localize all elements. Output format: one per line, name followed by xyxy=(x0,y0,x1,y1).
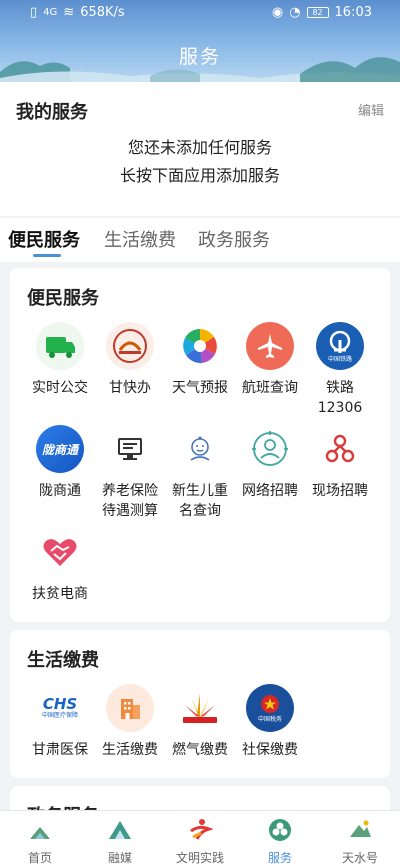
weather-icon xyxy=(176,322,224,370)
nav-home[interactable]: 首页 xyxy=(5,817,75,866)
convenience-title: 便民服务 xyxy=(27,288,99,309)
media-icon xyxy=(109,821,131,839)
service-label-line2: 12306 xyxy=(317,400,363,416)
nav-label: 融媒 xyxy=(107,851,132,865)
service-item[interactable]: 实时公交 xyxy=(24,322,96,398)
service-item[interactable]: 养老保险 待遇测算 xyxy=(94,425,166,521)
service-label: 社保缴费 xyxy=(242,742,298,758)
nav-label: 天水号 xyxy=(341,851,378,865)
battery-icon: 82 xyxy=(306,7,329,18)
network-label: 4G xyxy=(43,7,58,18)
building-icon xyxy=(106,684,154,732)
civilization-icon xyxy=(190,819,214,840)
service-label: 天气预报 xyxy=(172,380,228,396)
service-label: 网络招聘 xyxy=(242,483,298,499)
service-item[interactable]: 网络招聘 xyxy=(234,425,306,501)
tianshui-icon xyxy=(350,820,371,837)
nav-service[interactable]: 服务 xyxy=(245,817,315,866)
service-label-line2: 名查询 xyxy=(179,503,221,519)
active-tab-indicator xyxy=(33,254,61,257)
convenience-card: 便民服务 实时公交 甘快办 天气预报 航班查询 中国铁路 铁路 12306 陇商… xyxy=(10,268,390,622)
tax-icon: 中国税务 xyxy=(246,684,294,732)
nav-label: 首页 xyxy=(27,851,52,865)
service-item[interactable]: 中国铁路 铁路 12306 xyxy=(304,322,376,418)
page-title: 服务 xyxy=(178,46,221,68)
longshangtong-badge: 陇商通 xyxy=(41,442,78,457)
status-time: 16:03 xyxy=(334,5,372,20)
tab-payment[interactable]: 生活缴费 xyxy=(104,226,176,252)
tab-government[interactable]: 政务服务 xyxy=(198,226,270,252)
chs-badge-main: CHS xyxy=(42,694,78,713)
network-speed: 658K/s xyxy=(80,5,125,20)
service-label-line2: 待遇测算 xyxy=(102,503,158,519)
service-label-line1: 养老保险 xyxy=(102,483,158,499)
nav-label: 服务 xyxy=(267,851,292,865)
my-services-panel: 我的服务 编辑 您还未添加任何服务 长按下面应用添加服务 xyxy=(0,82,400,216)
nav-civilization[interactable]: 文明实践 xyxy=(165,817,235,866)
service-label-line1: 新生儿重 xyxy=(172,483,228,499)
edit-button[interactable]: 编辑 xyxy=(358,100,384,119)
service-label: 现场招聘 xyxy=(312,483,368,499)
tax-badge: 中国税务 xyxy=(257,716,282,723)
longshangtong-icon: 陇商通 xyxy=(36,425,84,473)
clock-icon: ◔ xyxy=(289,5,301,20)
computer-icon xyxy=(106,425,154,473)
service-label: 铁路 12306 xyxy=(304,378,376,418)
service-item[interactable]: 燃气缴费 xyxy=(164,684,236,760)
service-icon xyxy=(269,819,291,841)
header: ▯ 4G ≋ 658K/s ◉ ◔ 82 16:03 服务 xyxy=(0,0,400,82)
gankuaiban-icon xyxy=(106,322,154,370)
payment-card: 生活缴费 CHS 中国医疗保障 甘肃医保 生活缴费 燃气缴费 中国税务 社保缴费 xyxy=(10,630,390,778)
bottom-nav: 首页 融媒 文明实践 服务 天水号 xyxy=(0,810,400,866)
status-bar: ▯ 4G ≋ 658K/s ◉ ◔ 82 16:03 xyxy=(0,0,400,26)
service-item[interactable]: 中国税务 社保缴费 xyxy=(234,684,306,760)
onsite-recruit-icon xyxy=(316,425,364,473)
chs-icon: CHS 中国医疗保障 xyxy=(36,684,84,732)
service-item[interactable]: 陇商通 陇商通 xyxy=(24,425,96,501)
service-label: 燃气缴费 xyxy=(172,742,228,758)
empty-hint-line2: 长按下面应用添加服务 xyxy=(119,166,280,185)
service-label: 航班查询 xyxy=(242,380,298,396)
service-item[interactable]: 新生儿重 名查询 xyxy=(164,425,236,521)
category-tabs: 便民服务 生活缴费 政务服务 xyxy=(0,218,400,262)
payment-title: 生活缴费 xyxy=(27,650,99,671)
home-icon xyxy=(30,827,50,839)
service-item[interactable]: 生活缴费 xyxy=(94,684,166,760)
airplane-icon xyxy=(246,322,294,370)
nav-media[interactable]: 融媒 xyxy=(85,817,155,866)
service-item[interactable]: 扶贫电商 xyxy=(24,528,96,604)
online-recruit-icon xyxy=(246,425,294,473)
service-item[interactable]: 甘快办 xyxy=(94,322,166,398)
gas-icon xyxy=(176,684,224,732)
sim-icon: ▯ xyxy=(30,5,38,20)
service-item[interactable]: 现场招聘 xyxy=(304,425,376,501)
service-label: 陇商通 xyxy=(39,483,81,499)
service-item[interactable]: CHS 中国医疗保障 甘肃医保 xyxy=(24,684,96,760)
wifi-icon: ≋ xyxy=(63,5,75,20)
service-item[interactable]: 天气预报 xyxy=(164,322,236,398)
bus-icon xyxy=(36,322,84,370)
service-label: 实时公交 xyxy=(32,380,88,396)
service-label: 养老保险 待遇测算 xyxy=(94,481,166,521)
eye-icon: ◉ xyxy=(271,5,284,20)
chs-badge-sub: 中国医疗保障 xyxy=(41,711,78,719)
service-label: 甘快办 xyxy=(109,380,151,396)
tab-convenience[interactable]: 便民服务 xyxy=(8,226,80,252)
railway-icon: 中国铁路 xyxy=(316,322,364,370)
nav-tianshui[interactable]: 天水号 xyxy=(325,817,395,866)
empty-hint-line1: 您还未添加任何服务 xyxy=(127,138,272,157)
nav-label: 文明实践 xyxy=(175,851,224,865)
service-label: 扶贫电商 xyxy=(32,586,88,602)
service-label: 新生儿重 名查询 xyxy=(164,481,236,521)
service-item[interactable]: 航班查询 xyxy=(234,322,306,398)
handshake-icon xyxy=(36,528,84,576)
railway-badge-text: 中国铁路 xyxy=(327,355,352,363)
service-label: 甘肃医保 xyxy=(32,742,88,758)
my-services-title: 我的服务 xyxy=(16,102,88,123)
baby-icon xyxy=(176,425,224,473)
service-label-line1: 铁路 xyxy=(326,380,354,396)
service-label: 生活缴费 xyxy=(102,742,158,758)
